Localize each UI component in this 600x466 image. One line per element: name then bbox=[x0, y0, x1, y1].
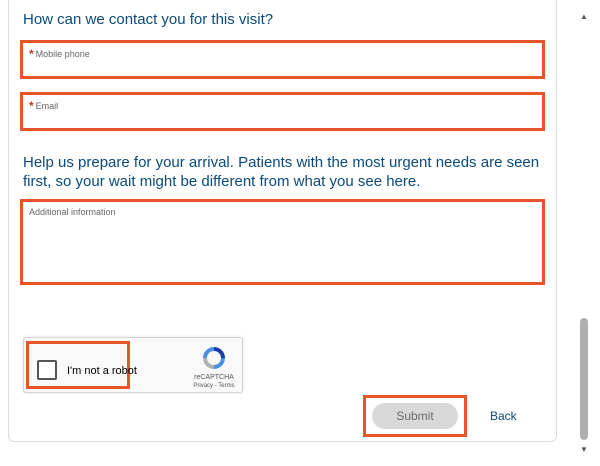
robot-checkbox[interactable] bbox=[37, 360, 57, 380]
email-input[interactable] bbox=[29, 109, 536, 125]
submit-button[interactable]: Submit bbox=[372, 403, 458, 429]
recaptcha-brand: reCAPTCHA bbox=[194, 374, 234, 381]
additional-info-textarea[interactable] bbox=[29, 220, 536, 278]
scroll-thumb[interactable] bbox=[580, 318, 588, 440]
vertical-scrollbar[interactable]: ▲ ▼ bbox=[576, 0, 593, 466]
visit-contact-page: How can we contact you for this visit? *… bbox=[0, 0, 600, 466]
additional-info-field[interactable]: Additional information bbox=[20, 199, 545, 285]
back-link[interactable]: Back bbox=[490, 409, 517, 423]
robot-checkbox-highlight[interactable]: I'm not a robot bbox=[26, 341, 137, 389]
recaptcha-logo-icon bbox=[203, 347, 225, 369]
additional-info-label: Additional information bbox=[29, 207, 116, 217]
submit-button-highlight: Submit bbox=[363, 395, 467, 437]
recaptcha-widget: I'm not a robot reCAPTCHA Privacy - Term… bbox=[23, 337, 243, 393]
mobile-phone-field[interactable]: * Mobile phone bbox=[20, 40, 545, 79]
prepare-heading: Help us prepare for your arrival. Patien… bbox=[23, 154, 540, 190]
mobile-phone-input[interactable] bbox=[29, 57, 536, 73]
scroll-up-icon[interactable]: ▲ bbox=[580, 13, 588, 21]
robot-checkbox-label[interactable]: I'm not a robot bbox=[67, 365, 137, 377]
scroll-down-icon[interactable]: ▼ bbox=[580, 446, 588, 454]
contact-heading: How can we contact you for this visit? bbox=[23, 11, 274, 28]
recaptcha-links[interactable]: Privacy - Terms bbox=[174, 382, 254, 390]
email-field[interactable]: * Email bbox=[20, 92, 545, 131]
